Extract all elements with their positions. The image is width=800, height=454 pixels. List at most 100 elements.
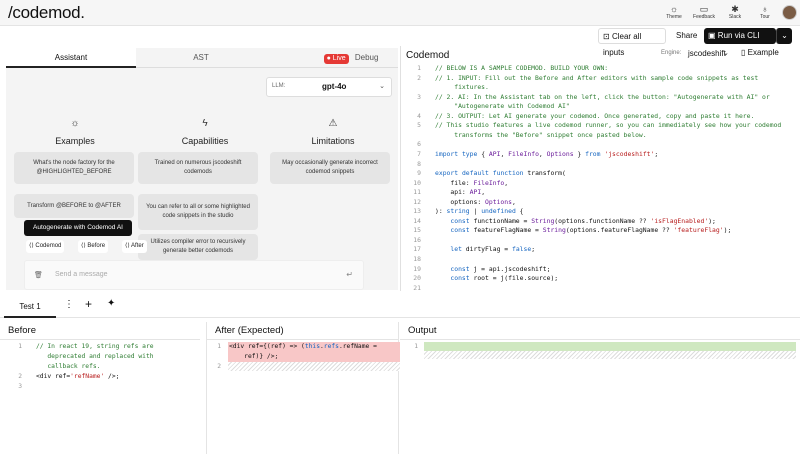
after-title: After (Expected)	[207, 322, 398, 340]
after-chip-label: After	[131, 243, 144, 249]
line-number: 15	[413, 226, 421, 235]
example-card[interactable]: Transform @BEFORE to @AFTER	[14, 194, 134, 218]
example-label: Example	[747, 48, 779, 57]
line-text: let dirtyFlag = false;	[450, 245, 536, 254]
chevron-down-icon[interactable]: ⌄	[723, 49, 729, 57]
line-number: 3	[18, 383, 22, 390]
logo[interactable]: /codemod.	[8, 3, 85, 23]
before-panel: Before 1// In react 19, string refs are …	[0, 322, 200, 454]
tab-debug[interactable]: ● Live Debug	[306, 48, 396, 68]
code-line: 2 // 1. INPUT: Fill out the Before and Af…	[401, 74, 800, 84]
output-panel: Output 1	[400, 322, 800, 454]
codemod-chip[interactable]: ⟨⟩ Codemod	[26, 240, 65, 253]
line-number: 2	[417, 73, 421, 82]
code-line: transforms the "Before" snippet once pas…	[401, 131, 800, 141]
tour-button[interactable]: ♁ Tour	[750, 4, 780, 20]
run-dropdown-button[interactable]: ⌄	[776, 28, 792, 44]
engine-select[interactable]: jscodeshift	[688, 49, 726, 58]
line-number: 18	[413, 255, 421, 263]
llm-select[interactable]: LLM: gpt-4o ⌄	[266, 77, 392, 97]
example-card[interactable]: What's the node factory for the @HIGHLIG…	[14, 152, 134, 184]
codemod-chip-label: Codemod	[35, 243, 62, 249]
trash-icon[interactable]: 🗑	[34, 271, 43, 279]
line-number: 13	[413, 207, 421, 216]
engine-label: Engine:	[661, 50, 682, 56]
assistant-panel: Assistant AST ● Live Debug LLM: gpt-4o ⌄…	[6, 48, 398, 290]
run-via-cli-button[interactable]: ▣ Run via CLI	[704, 28, 776, 44]
code-line: 4 // 3. OUTPUT: Let AI generate your code…	[401, 112, 800, 122]
line-text: options: Options,	[435, 197, 516, 206]
example-button[interactable]: ▯ Example	[741, 48, 779, 57]
code-line: 17 let dirtyFlag = false;	[401, 245, 800, 255]
code-line: 21	[401, 284, 800, 294]
clear-all-inputs-button[interactable]: ⊡ Clear all inputs	[598, 28, 666, 57]
code-line: 1 // BELOW IS A SAMPLE CODEMOD. BUILD YOU…	[401, 64, 800, 74]
clear-icon: ⊡	[603, 32, 610, 41]
line-number: 1	[217, 343, 221, 350]
send-icon[interactable]: ↵	[346, 270, 353, 279]
tab-test-1[interactable]: Test 1	[4, 296, 56, 318]
before-chip-label: Before	[87, 243, 106, 249]
code-line: 16	[401, 236, 800, 246]
theme-label: Theme	[666, 14, 682, 20]
line-text: // In react 19, string refs are	[36, 343, 154, 350]
slack-button[interactable]: ✱ Slack	[720, 4, 750, 20]
line-text: // 1. INPUT: Fill out the Before and Aft…	[435, 73, 759, 82]
capabilities-title: Capabilities	[181, 136, 229, 146]
slack-label: Slack	[728, 14, 742, 20]
before-title: Before	[0, 322, 200, 340]
line-number: 5	[417, 121, 421, 130]
before-chip[interactable]: ⟨⟩ Before	[78, 240, 109, 253]
line-text: const featureFlagName = String(options.f…	[450, 226, 732, 235]
code-line: 15 const featureFlagName = String(option…	[401, 226, 800, 236]
code-line: 12 options: Options,	[401, 198, 800, 208]
avatar[interactable]	[782, 5, 797, 20]
removed-line-hatch	[228, 362, 400, 371]
line-number: 2	[217, 363, 221, 370]
examples-title: Examples	[55, 136, 95, 146]
code-line: 5 // This studio features a live codemod …	[401, 121, 800, 131]
line-text: file: FileInfo,	[435, 178, 509, 187]
warning-icon: ⚠	[328, 118, 338, 129]
theme-button[interactable]: ☼ Theme	[659, 4, 689, 20]
add-test-icon[interactable]: +	[85, 297, 92, 311]
feedback-button[interactable]: ▭ Feedback	[689, 4, 719, 20]
sun-icon: ☼	[669, 4, 679, 14]
line-number: 16	[413, 235, 421, 244]
top-bar: /codemod. ☼ Theme ▭ Feedback ✱ Slack ♁ T…	[0, 0, 800, 26]
examples-header: ☼ Examples	[10, 118, 140, 146]
line-number: 14	[413, 216, 421, 225]
message-input[interactable]: 🗑 Send a message ↵	[24, 260, 364, 290]
line-text: // This studio features a live codemod r…	[435, 121, 782, 130]
added-line-hatch	[424, 351, 796, 359]
line-text: <div ref='refName' />;	[36, 373, 120, 380]
tab-ast[interactable]: AST	[136, 48, 266, 68]
tab-assistant[interactable]: Assistant	[6, 48, 136, 68]
slack-icon: ✱	[731, 4, 739, 14]
live-badge: ● Live	[323, 54, 349, 64]
line-text: "Autogenerate with Codemod AI"	[435, 102, 570, 111]
line-text: transforms the "Before" snippet once pas…	[435, 130, 647, 139]
after-chip[interactable]: ⟨⟩ After	[122, 240, 147, 253]
code-line: 7 import type { API, FileInfo, Options } …	[401, 150, 800, 160]
capabilities-header: ϟ Capabilities	[140, 118, 270, 146]
bolt-icon: ϟ	[202, 118, 208, 129]
codemod-panel: Codemod Engine: jscodeshift ⌄ ▯ Example …	[400, 46, 800, 294]
code-icon: ⟨⟩	[81, 243, 86, 249]
book-icon: ▯	[741, 48, 746, 57]
code-line: 20 const root = j(file.source);	[401, 274, 800, 284]
share-button[interactable]: Share	[672, 28, 702, 44]
code-line: 14 const functionName = String(options.f…	[401, 217, 800, 227]
chat-icon: ▭	[699, 4, 709, 14]
codemod-title: Codemod	[406, 50, 450, 61]
run-label: Run via CLI	[717, 31, 760, 40]
line-text: ): string | undefined {	[435, 207, 524, 216]
line-number: 6	[417, 140, 421, 149]
more-vertical-icon[interactable]: ⋮	[64, 299, 74, 310]
magic-wand-icon[interactable]: ✦	[107, 298, 115, 309]
line-number: 21	[413, 283, 421, 292]
chevron-down-icon: ⌄	[379, 83, 385, 90]
left-tabs: Assistant AST ● Live Debug	[6, 48, 398, 68]
line-number: 19	[413, 264, 421, 273]
line-text: export default function transform(	[435, 169, 566, 178]
